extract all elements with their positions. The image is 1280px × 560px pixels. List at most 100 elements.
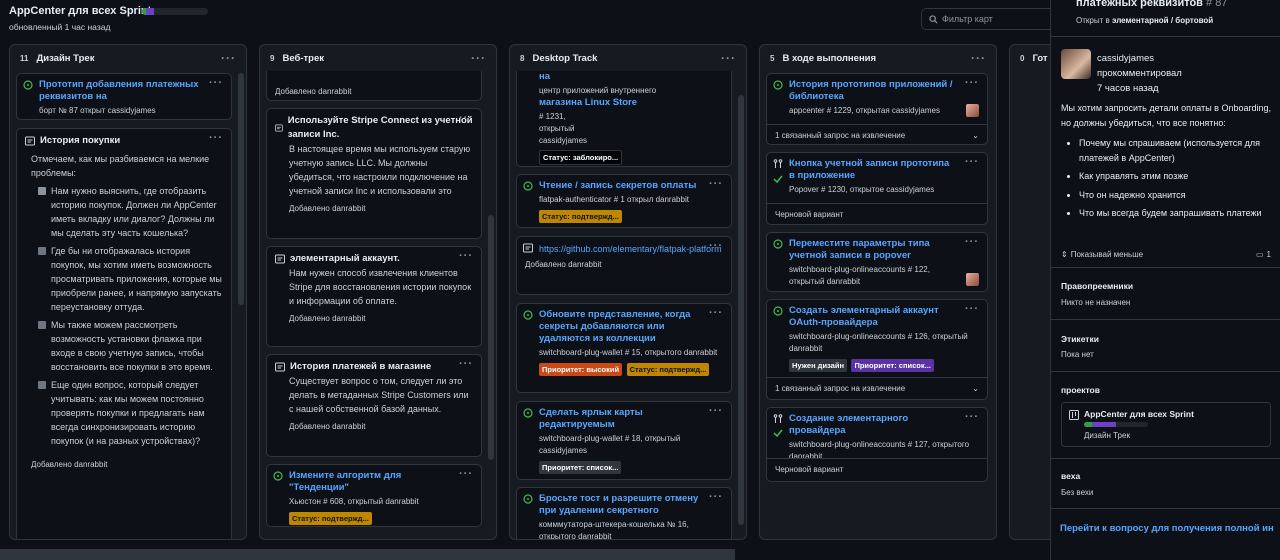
card-title[interactable]: Измените алгоритм для "Тенденции" [289,470,473,494]
checkbox[interactable] [38,321,46,329]
card-title[interactable]: Кнопка учетной записи прототипа в прилож… [789,158,979,182]
task-text: Еще один вопрос, который следует учитыва… [51,380,205,446]
card-title[interactable]: Бросьте тост и разрешите отмену при удал… [539,493,723,517]
priority-badge[interactable]: Приоритет: высокий [539,363,623,376]
project-card[interactable]: AppCenter для всех Sprint Дизайн Трек [1061,402,1271,447]
go-to-issue-link[interactable]: Перейти к вопросу для получения полной и… [1051,510,1280,546]
issue-card[interactable]: Сделать ярлык карты редактируемым switch… [516,401,732,480]
milestone-value: Без вехи [1061,488,1094,497]
card-menu-icon[interactable]: ··· [459,112,473,124]
comment-author[interactable]: cassidyjames [1097,51,1182,66]
avatar[interactable] [966,104,979,117]
status-badge[interactable]: Статус: подтвержд... [539,210,622,223]
card-menu-icon[interactable]: ··· [965,411,979,423]
project-title[interactable]: AppCenter для всех Sprint [9,5,151,17]
search-icon [929,14,938,24]
pr-card[interactable]: Кнопка учетной записи прототипа в прилож… [766,152,988,225]
column-scrollbar[interactable] [238,73,244,305]
linked-pr-toggle[interactable]: 1 связанный запрос на извлечение ⌄ [767,377,987,399]
card-title[interactable]: Сделать ярлык карты редактируемым [539,407,723,431]
card-menu-icon[interactable]: ··· [209,77,223,89]
card-meta: центр приложений внутреннего [539,86,657,95]
note-added-by: Добавлено danrabbit [275,87,352,96]
issue-card[interactable]: Создать элементарный аккаунт OAuth-прова… [766,299,988,400]
open-issue-icon [773,80,783,90]
card-title[interactable]: Переместите параметры типа учетной запис… [789,238,979,262]
column-count: 11 [20,53,29,63]
open-issue-icon [523,494,533,504]
card-title[interactable]: История прототипов приложений / библиоте… [789,79,979,103]
column-scrollbar[interactable] [738,95,744,525]
status-badge[interactable]: Статус: подтвержд... [626,363,710,376]
card-menu-icon[interactable]: ··· [709,491,723,503]
issue-card[interactable]: Переместите параметры типа учетной запис… [766,232,988,292]
open-issue-icon [523,408,533,418]
status-badge[interactable]: Статус: заблокиро... [539,150,623,165]
comment-body: Мы хотим запросить детали оплаты в Onboa… [1061,101,1276,225]
label-badge[interactable]: Нужен дизайн [789,359,847,372]
card-menu-icon[interactable]: ··· [709,307,723,319]
card-title[interactable]: Чтение / запись секретов оплаты [539,180,723,192]
issue-card[interactable]: Обновите представление, когда секреты до… [516,303,732,393]
issue-card[interactable]: Бросьте тост и разрешите отмену при удал… [516,487,732,539]
task-text: Где бы ни отображалась история покупок, … [51,246,222,312]
issue-card[interactable]: Прототип добавления платежных реквизитов… [16,73,232,120]
filter-input[interactable]: Фильтр карт [921,8,1050,30]
card-menu-icon[interactable]: ··· [965,77,979,89]
card-title[interactable]: Создать элементарный аккаунт OAuth-прова… [789,305,979,329]
note-card[interactable]: элементарный аккаунт. ··· Нам нужен спос… [266,246,482,347]
status-badge[interactable]: Статус: подтвержд... [289,512,372,525]
card-title[interactable]: Обновите представление, когда секреты до… [539,309,723,345]
priority-badge[interactable]: Приоритет: список... [539,461,622,474]
linked-pr-toggle[interactable]: 1 связанный запрос на извлечение ⌄ [767,124,987,144]
card-menu-icon[interactable]: ··· [709,405,723,417]
card-menu-icon[interactable]: ··· [709,240,723,252]
priority-badge[interactable]: Приоритет: список... [851,359,934,372]
column-title: В ходе выполнения [782,52,877,64]
note-card[interactable]: https://github.com/elementary/flatpak-pl… [516,236,732,295]
card-menu-icon[interactable]: ··· [459,250,473,262]
column-menu-icon[interactable]: ··· [221,51,236,65]
card-meta: комммутатора-штекера-кошелька № 16, откр… [539,520,689,539]
project-name[interactable]: AppCenter для всех Sprint [1084,409,1194,419]
card-menu-icon[interactable]: ··· [965,236,979,248]
note-card[interactable]: Добавлено danrabbit [266,71,482,101]
board-horizontal-scrollbar[interactable] [0,549,735,560]
checkbox-checked[interactable] [38,187,46,195]
note-title: История покупки [40,135,121,146]
column-menu-icon[interactable]: ··· [971,51,986,65]
card-menu-icon[interactable]: ··· [965,156,979,168]
issue-card[interactable]: История прототипов приложений / библиоте… [766,73,988,145]
pr-card[interactable]: Создание элементарного провайдера switch… [766,407,988,482]
avatar[interactable] [966,273,979,286]
repo-link[interactable]: магазина Linux Store [539,97,723,109]
repo-name[interactable]: элементарной / бортовой [1112,16,1213,25]
comments-count[interactable]: ▭ 1 [1256,250,1271,259]
column-scrollbar[interactable] [488,215,494,460]
checkbox[interactable] [38,381,46,389]
issue-card[interactable]: на центр приложений внутреннего магазина… [516,71,732,167]
card-menu-icon[interactable]: ··· [209,132,223,144]
avatar[interactable] [1061,49,1091,79]
note-card[interactable]: Используйте Stripe Connect из учетной за… [266,108,482,239]
labels-value: Пока нет [1061,350,1094,359]
note-link[interactable]: https://github.com/elementary/flatpak-pl… [539,242,723,256]
issue-card[interactable]: Измените алгоритм для "Тенденции" Хьюсто… [266,464,482,527]
card-title[interactable]: на [539,71,723,83]
column-menu-icon[interactable]: ··· [471,51,486,65]
card-menu-icon[interactable]: ··· [709,178,723,190]
column-menu-icon[interactable]: ··· [721,51,736,65]
card-title[interactable]: Создание элементарного провайдера [789,413,979,437]
card-menu-icon[interactable]: ··· [459,358,473,370]
card-menu-icon[interactable]: ··· [965,303,979,315]
project-progress-bar [142,8,208,15]
card-menu-icon[interactable]: ··· [459,468,473,480]
issue-card[interactable]: Чтение / запись секретов оплаты flatpak-… [516,174,732,228]
show-less-button[interactable]: ⇕ Показывай меньше [1061,250,1143,259]
pull-request-icon [773,414,783,423]
note-card[interactable]: История платежей в магазине ··· Существу… [266,354,482,457]
checkbox[interactable] [38,247,46,255]
note-added-by: Добавлено danrabbit [289,422,366,431]
card-title[interactable]: Прототип добавления платежных реквизитов… [39,79,223,103]
note-card[interactable]: История покупки ··· Отмечаем, как мы раз… [16,128,232,539]
